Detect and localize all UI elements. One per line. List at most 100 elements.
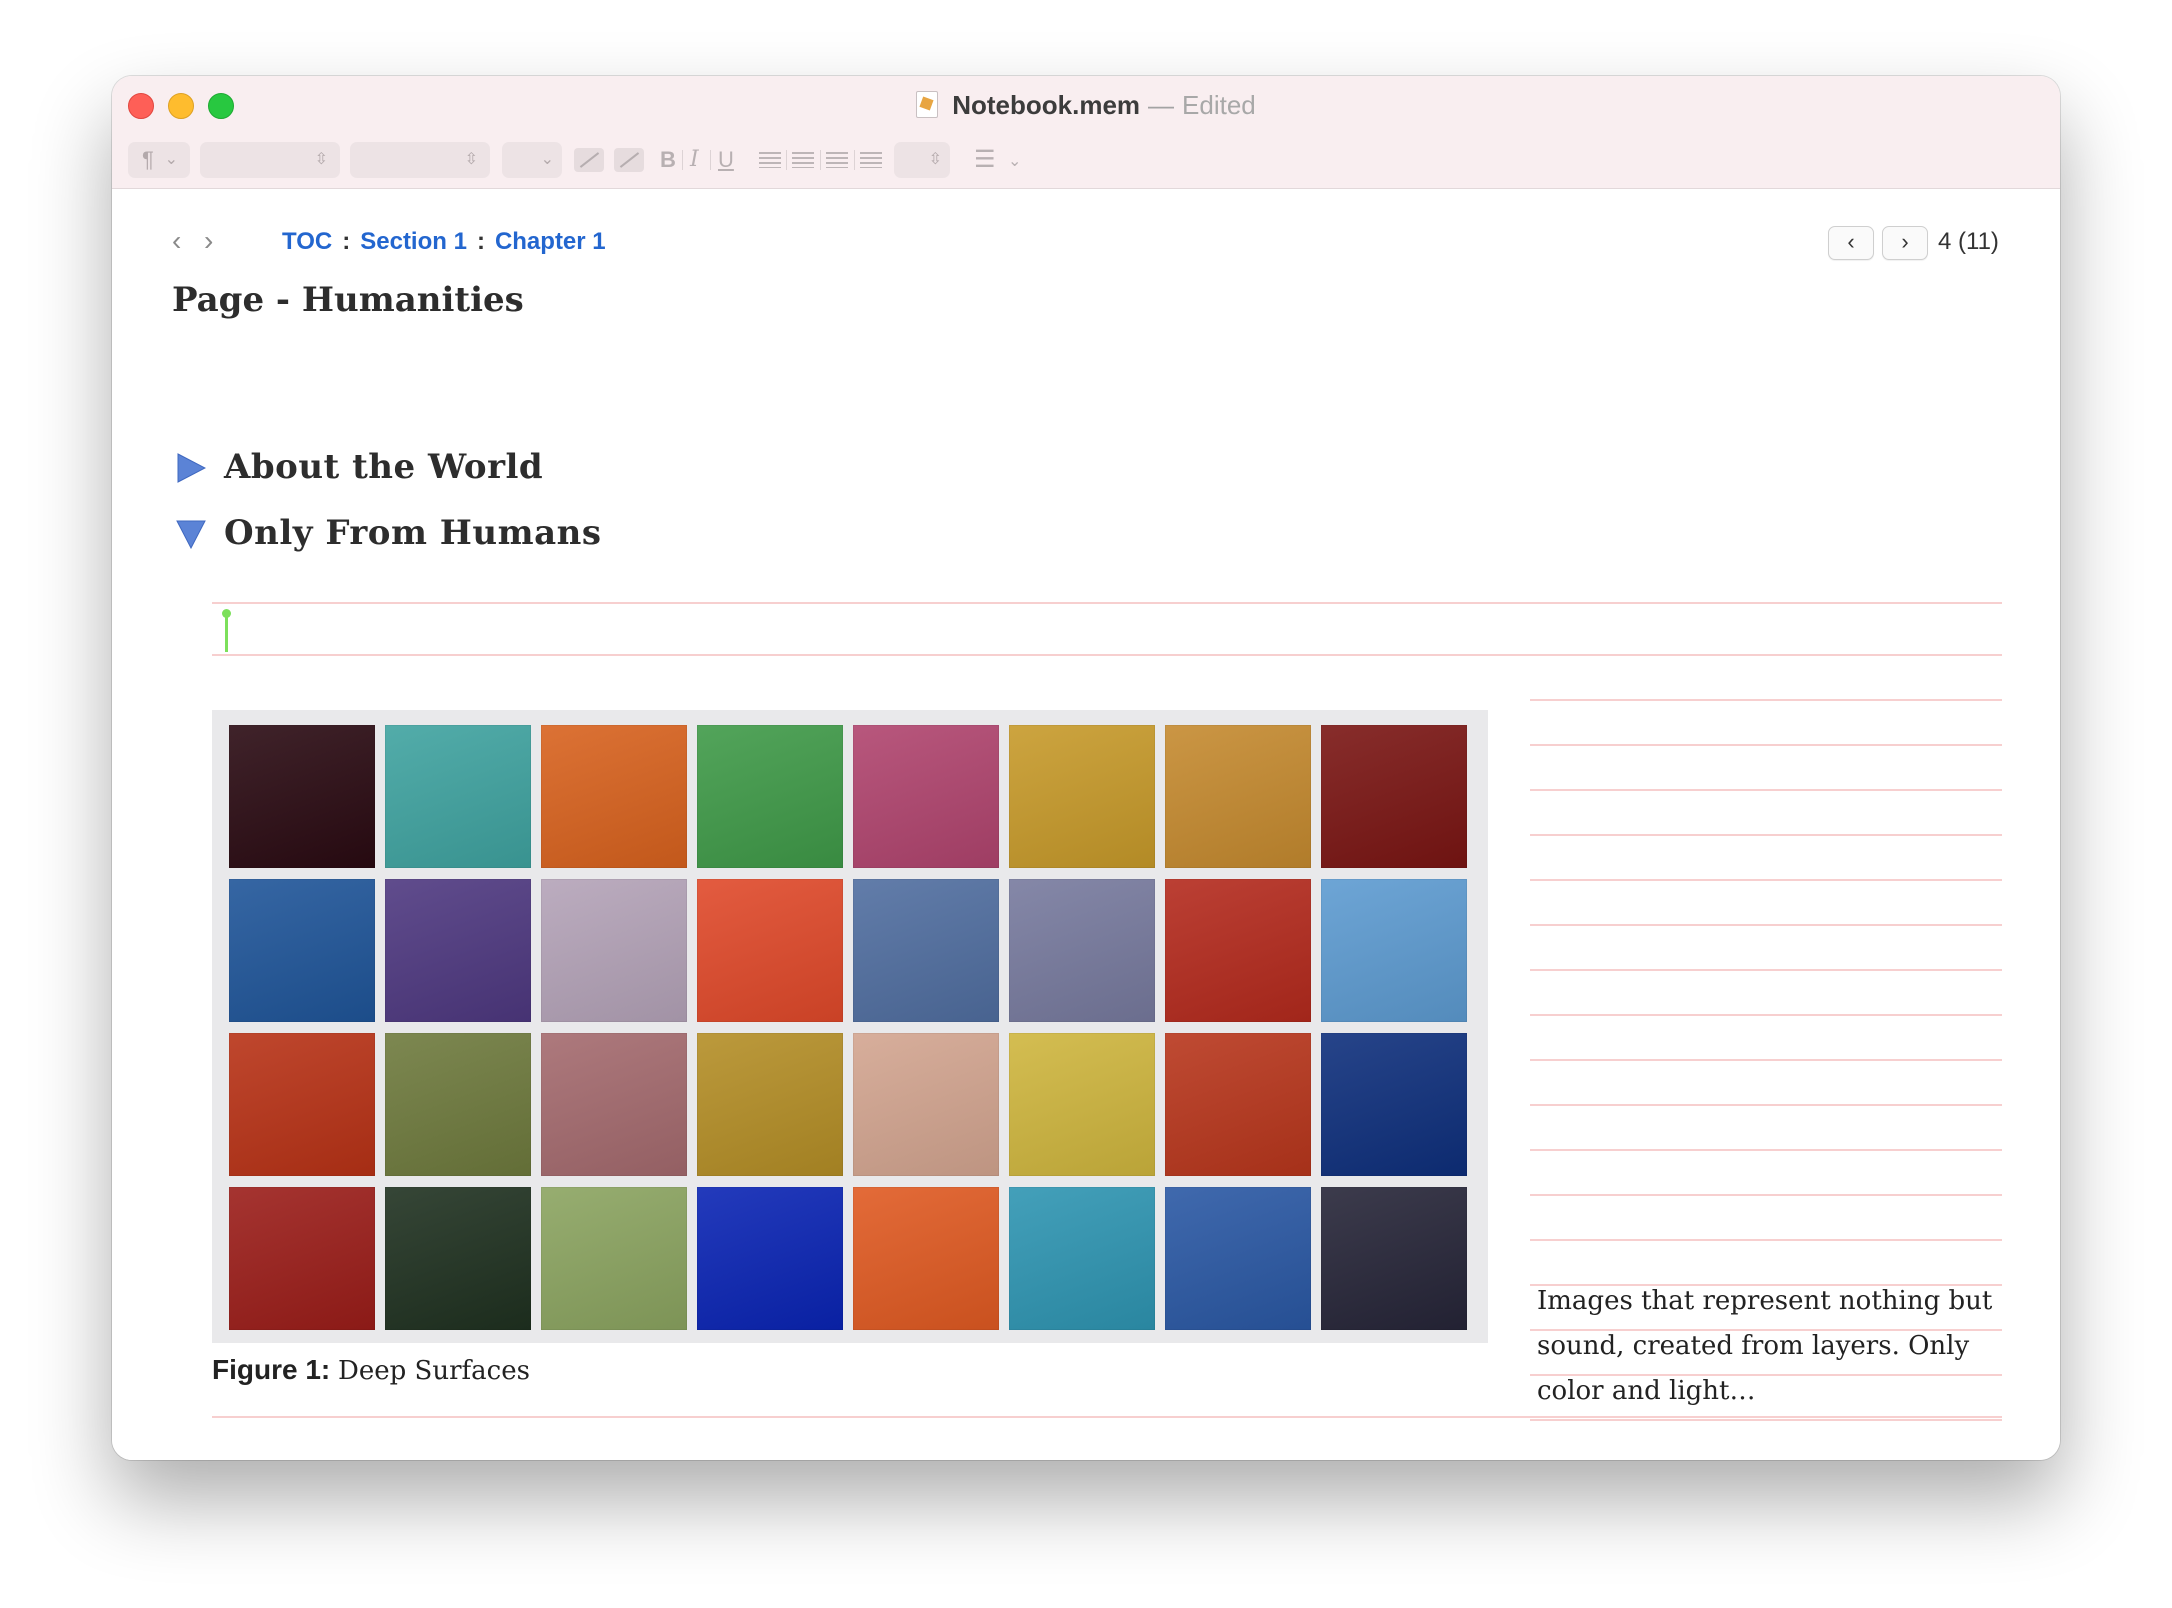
edited-status: Edited — [1182, 90, 1256, 120]
painting-tile — [1321, 879, 1467, 1022]
figure-label: Figure 1: — [212, 1354, 331, 1385]
painting-tile — [853, 725, 999, 868]
chevron-down-icon: ⌄ — [540, 151, 554, 168]
figure-caption: Figure 1: Deep Surfaces — [212, 1352, 530, 1389]
ruled-line — [212, 602, 2002, 604]
underline-button[interactable]: U — [718, 146, 734, 174]
ruled-line — [1530, 1014, 2002, 1016]
next-page-button[interactable]: › — [1882, 226, 1928, 260]
breadcrumb-toc-link[interactable]: TOC — [282, 228, 332, 255]
ruled-line — [1530, 969, 2002, 971]
toolbar-divider — [786, 150, 787, 170]
font-style-select[interactable]: ⇳ — [350, 142, 490, 178]
painting-tile — [229, 1033, 375, 1176]
painting-tile — [541, 1187, 687, 1330]
painting-tile — [1321, 1033, 1467, 1176]
disclosure-expanded-icon[interactable] — [176, 519, 206, 549]
painting-tile — [385, 725, 531, 868]
painting-tile — [1009, 725, 1155, 868]
line-spacing-select[interactable]: ⇳ — [894, 142, 950, 178]
toolbar-divider — [710, 150, 711, 170]
painting-tile — [697, 879, 843, 1022]
section-title: Only From Humans — [224, 513, 602, 553]
chevron-down-icon: ⌄ — [164, 151, 178, 168]
align-center-icon[interactable] — [792, 152, 814, 168]
history-forward-arrow[interactable]: › — [204, 226, 213, 256]
ruled-line — [212, 1416, 2002, 1418]
toolbar-divider — [682, 150, 683, 170]
font-size-combo[interactable]: ⌄ — [502, 142, 562, 178]
window-title: Notebook.mem — Edited — [112, 88, 2060, 122]
breadcrumb-section-link[interactable]: Section 1 — [360, 228, 467, 255]
section-title: About the World — [224, 447, 544, 487]
painting-tile — [1009, 879, 1155, 1022]
ruled-line — [1530, 1419, 2002, 1421]
ruled-line — [1530, 1149, 2002, 1151]
painting-tile — [1165, 725, 1311, 868]
history-back-arrow[interactable]: ‹ — [172, 226, 181, 256]
painting-tile — [229, 1187, 375, 1330]
painting-tile — [385, 1187, 531, 1330]
ruled-line — [1530, 1104, 2002, 1106]
list-style-button[interactable]: ☰ — [974, 146, 996, 174]
painting-tile — [229, 879, 375, 1022]
painting-tile — [1165, 1033, 1311, 1176]
painting-tile — [697, 1187, 843, 1330]
text-cursor — [222, 609, 231, 652]
painting-tile — [1009, 1187, 1155, 1330]
painting-tile — [1165, 879, 1311, 1022]
chevron-down-icon[interactable]: ⌄ — [1008, 148, 1021, 176]
breadcrumb: TOC: Section 1: Chapter 1 — [282, 227, 606, 257]
paragraph-icon: ¶ — [142, 147, 154, 172]
painting-tile — [541, 725, 687, 868]
editor-content: ‹ › TOC: Section 1: Chapter 1 ‹ › 4 (11) P… — [112, 189, 2060, 1460]
align-right-icon[interactable] — [826, 152, 848, 168]
painting-tile — [1165, 1187, 1311, 1330]
page-title: Page - Humanities — [172, 280, 524, 320]
painting-tile — [697, 725, 843, 868]
painting-tile — [853, 1187, 999, 1330]
toolbar-divider — [854, 150, 855, 170]
ruled-line — [1530, 1194, 2002, 1196]
disclosure-collapsed-icon[interactable] — [176, 453, 206, 483]
figure-image[interactable] — [212, 710, 1488, 1343]
painting-tile — [541, 1033, 687, 1176]
ruled-line — [1530, 834, 2002, 836]
paragraph-style-popup[interactable]: ¶ ⌄ — [128, 142, 190, 178]
painting-tile — [1321, 1187, 1467, 1330]
stepper-icon: ⇳ — [464, 151, 478, 168]
document-icon — [916, 91, 939, 118]
painting-tile — [541, 879, 687, 1022]
painting-tile — [853, 1033, 999, 1176]
breadcrumb-separator: : — [342, 228, 351, 255]
painting-tile — [385, 1033, 531, 1176]
figure-caption-text: Deep Surfaces — [338, 1356, 530, 1386]
italic-button[interactable]: I — [690, 146, 699, 174]
ruled-line — [1530, 699, 2002, 701]
background-color-well[interactable] — [614, 148, 644, 172]
ruled-line — [1530, 744, 2002, 746]
breadcrumb-chapter-link[interactable]: Chapter 1 — [495, 228, 606, 255]
ruled-line — [1530, 879, 2002, 881]
painting-tile — [697, 1033, 843, 1176]
font-family-select[interactable]: ⇳ — [200, 142, 340, 178]
align-left-icon[interactable] — [759, 152, 781, 168]
painting-tile — [1321, 725, 1467, 868]
app-window: Notebook.mem — Edited ¶ ⌄ ⇳ ⇳ ⌄ B I U ⇳ … — [112, 76, 2060, 1460]
stepper-icon: ⇳ — [314, 151, 328, 168]
document-filename: Notebook.mem — [952, 90, 1141, 120]
titlebar: Notebook.mem — Edited ¶ ⌄ ⇳ ⇳ ⌄ B I U ⇳ … — [112, 76, 2060, 189]
breadcrumb-separator: : — [476, 228, 485, 255]
format-toolbar: ¶ ⌄ ⇳ ⇳ ⌄ B I U ⇳ ☰ ⌄ — [112, 142, 2060, 178]
previous-page-button[interactable]: ‹ — [1828, 226, 1874, 260]
toolbar-divider — [820, 150, 821, 170]
text-color-well[interactable] — [574, 148, 604, 172]
bold-button[interactable]: B — [660, 146, 676, 174]
page-position: 4 (11) — [1938, 228, 1999, 255]
painting-tile — [853, 879, 999, 1022]
align-justify-icon[interactable] — [860, 152, 882, 168]
ruled-line — [212, 654, 2002, 656]
ruled-line — [1530, 789, 2002, 791]
ruled-line — [1530, 1059, 2002, 1061]
painting-tile — [1009, 1033, 1155, 1176]
